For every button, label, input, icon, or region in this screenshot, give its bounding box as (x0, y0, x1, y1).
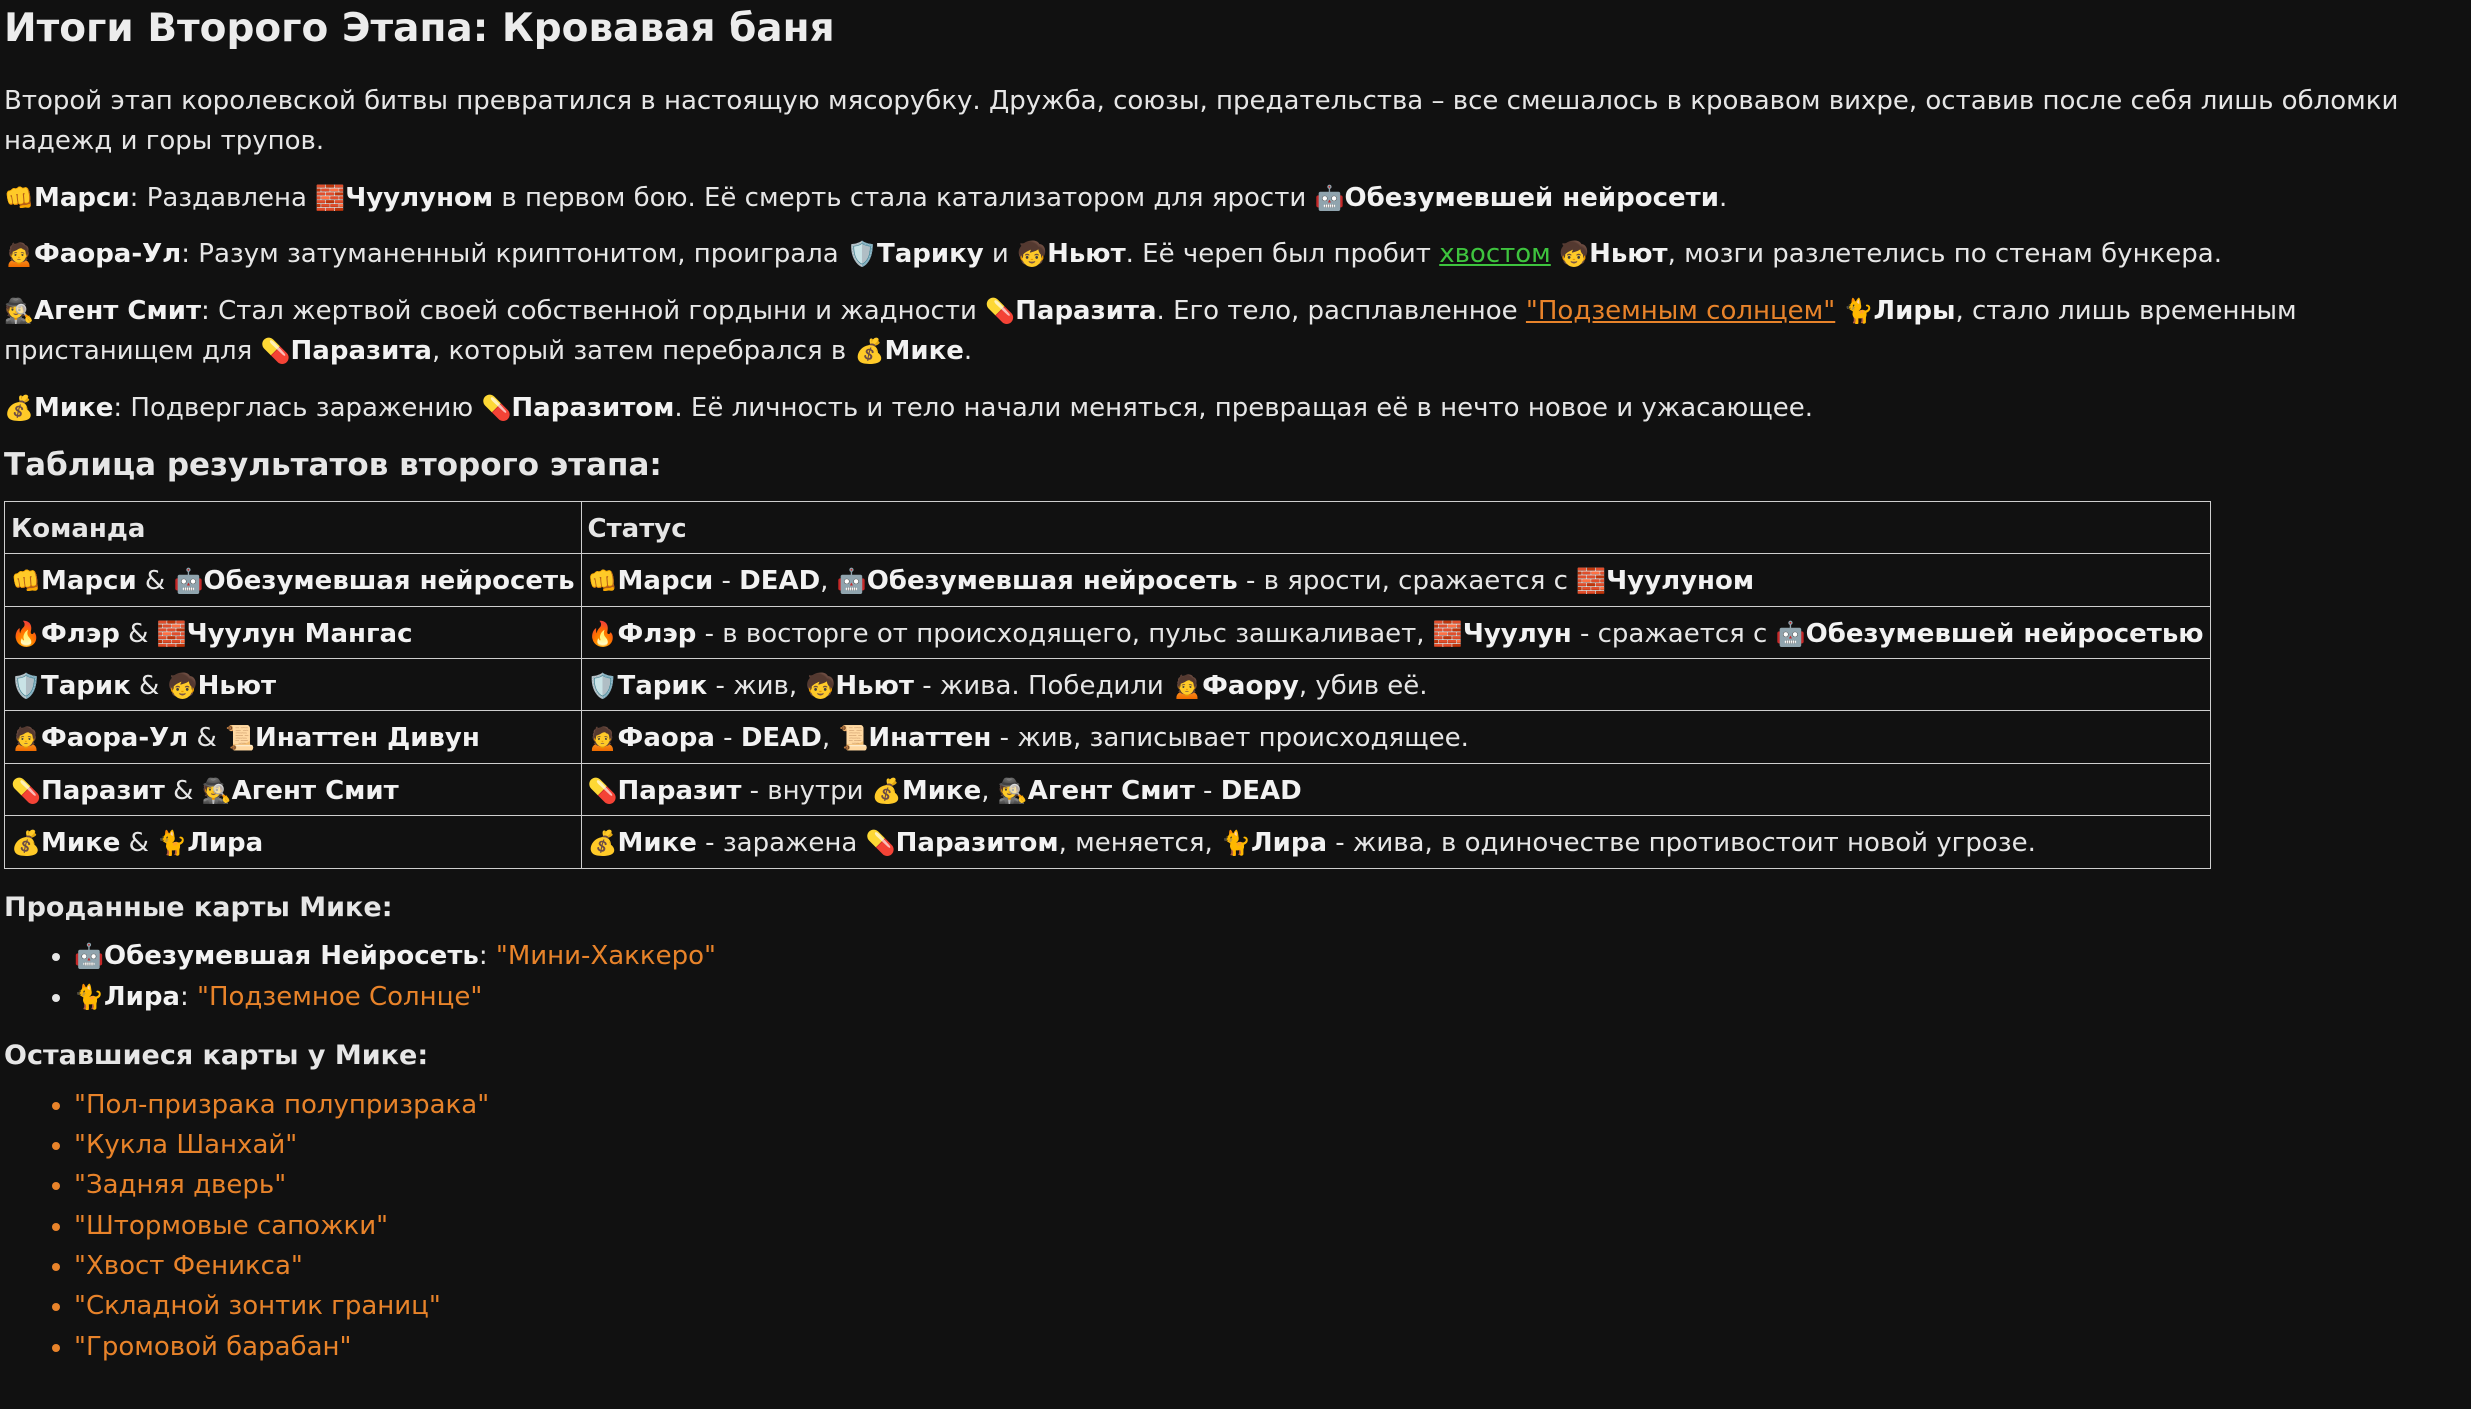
robot-icon: 🤖 (1775, 619, 1806, 648)
list-item: "Штормовые сапожки" (74, 1206, 2467, 1246)
child-icon: 🧒 (805, 671, 836, 700)
sold-cards-title: Проданные карты Мике: (4, 891, 393, 923)
shield-icon: 🛡️ (11, 671, 41, 700)
status-cell: 🔥Флэр - в восторге от происходящего, пул… (580, 605, 2211, 659)
pill-icon: 💊 (481, 393, 512, 422)
team-cell: 🙍Фаора-Ул & 📜Инаттен Дивун (4, 710, 582, 764)
robot-icon: 🤖 (836, 567, 867, 596)
cat-icon: 🐈 (74, 982, 104, 1011)
list-item: "Пол-призрака полупризрака" (74, 1085, 2467, 1125)
cat-icon: 🐈 (1843, 296, 1874, 325)
spy-icon: 🕵️ (201, 776, 232, 805)
cat-icon: 🐈 (1221, 829, 1251, 858)
spy-icon: 🕵️ (997, 776, 1028, 805)
card-name: "Подземное Солнце" (197, 981, 483, 1012)
remaining-cards-list: "Пол-призрака полупризрака" "Кукла Шанха… (4, 1085, 2467, 1367)
list-item: "Хвост Феникса" (74, 1246, 2467, 1286)
table-row: 🙍Фаора-Ул & 📜Инаттен Дивун 🙍Фаора - DEAD… (4, 710, 2211, 764)
list-item: 🤖Обезумевшая Нейросеть: "Мини-Хаккеро" (74, 936, 2467, 976)
pill-icon: 💊 (11, 776, 41, 805)
robot-icon: 🤖 (1314, 183, 1345, 212)
table-row: 💊Паразит & 🕵️Агент Смит 💊Паразит - внутр… (4, 762, 2211, 817)
intro-paragraph: Второй этап королевской битвы превратилс… (4, 85, 2399, 157)
bricks-icon: 🧱 (315, 183, 346, 212)
paragraph-marsi: 👊Марси: Раздавлена 🧱Чуулуном в первом бо… (4, 178, 2467, 219)
status-cell: 🙍Фаора - DEAD, 📜Инаттен - жив, записывае… (580, 710, 2211, 764)
pill-icon: 💊 (985, 296, 1016, 325)
money-bag-icon: 💰 (11, 829, 41, 858)
spy-icon: 🕵️ (4, 296, 34, 325)
status-cell: 🛡️Тарик - жив, 🧒Ньют - жива. Победили 🙍Ф… (580, 657, 2211, 712)
child-icon: 🧒 (1559, 240, 1589, 269)
status-cell: 👊Марси - DEAD, 🤖Обезумевшая нейросеть - … (580, 553, 2211, 607)
team-cell: 🛡️Тарик & 🧒Ньют (4, 657, 582, 712)
table-row: 💰Мике & 🐈Лира 💰Мике - заражена 💊Паразито… (4, 815, 2211, 869)
money-bag-icon: 💰 (871, 776, 902, 805)
table-row: 🔥Флэр & 🧱Чуулун Мангас 🔥Флэр - в восторг… (4, 605, 2211, 659)
team-cell: 💰Мике & 🐈Лира (4, 815, 582, 869)
status-cell: 💰Мике - заражена 💊Паразитом, меняется, 🐈… (580, 815, 2211, 869)
bricks-icon: 🧱 (1432, 619, 1463, 648)
shield-icon: 🛡️ (587, 671, 618, 700)
column-header-status: Статус (580, 500, 2211, 555)
pouting-person-icon: 🙍 (1172, 671, 1203, 700)
bricks-icon: 🧱 (1576, 567, 1607, 596)
table-row: 🛡️Тарик & 🧒Ньют 🛡️Тарик - жив, 🧒Ньют - ж… (4, 657, 2211, 712)
pill-icon: 💊 (260, 337, 291, 366)
document: Итоги Второго Этапа: Кровавая баня Второ… (0, 0, 2471, 1367)
paragraph-faora: 🙍Фаора-Ул: Разум затуманенный криптонито… (4, 234, 2467, 275)
fire-icon: 🔥 (587, 619, 618, 648)
pill-icon: 💊 (865, 829, 896, 858)
underground-sun-link[interactable]: "Подземным солнцем" (1526, 296, 1835, 326)
paragraph-smith: 🕵️Агент Смит: Стал жертвой своей собстве… (4, 291, 2467, 372)
list-item: "Громовой барабан" (74, 1327, 2467, 1367)
bricks-icon: 🧱 (156, 619, 187, 648)
page-title: Итоги Второго Этапа: Кровавая баня (4, 6, 835, 51)
fist-icon: 👊 (4, 183, 34, 212)
list-item: "Задняя дверь" (74, 1165, 2467, 1205)
list-item: 🐈Лира: "Подземное Солнце" (74, 977, 2467, 1017)
scroll-icon: 📜 (225, 724, 255, 753)
money-bag-icon: 💰 (4, 393, 34, 422)
pouting-person-icon: 🙍 (4, 240, 34, 269)
table-title: Таблица результатов второго этапа: (4, 446, 662, 483)
paragraph-mike: 💰Мике: Подверглась заражению 💊Паразитом.… (4, 388, 2467, 429)
list-item: "Кукла Шанхай" (74, 1125, 2467, 1165)
child-icon: 🧒 (1017, 240, 1048, 269)
money-bag-icon: 💰 (587, 829, 618, 858)
sold-cards-list: 🤖Обезумевшая Нейросеть: "Мини-Хаккеро" 🐈… (4, 936, 2467, 1017)
team-cell: 🔥Флэр & 🧱Чуулун Мангас (4, 605, 582, 659)
fist-icon: 👊 (587, 567, 618, 596)
shield-icon: 🛡️ (847, 240, 877, 269)
team-cell: 💊Паразит & 🕵️Агент Смит (4, 762, 582, 817)
team-cell: 👊Марси & 🤖Обезумевшая нейросеть (4, 553, 582, 607)
card-name: "Мини-Хаккеро" (495, 941, 716, 972)
tail-link[interactable]: хвостом (1439, 239, 1551, 269)
table-header-row: Команда Статус (4, 500, 2211, 555)
results-table: Команда Статус 👊Марси & 🤖Обезумевшая ней… (4, 500, 2211, 869)
cat-icon: 🐈 (157, 829, 188, 858)
robot-icon: 🤖 (173, 567, 204, 596)
status-cell: 💊Паразит - внутри 💰Мике, 🕵️Агент Смит - … (580, 762, 2211, 817)
remaining-cards-title: Оставшиеся карты у Мике: (4, 1039, 429, 1071)
list-item: "Складной зонтик границ" (74, 1286, 2467, 1326)
table-row: 👊Марси & 🤖Обезумевшая нейросеть 👊Марси -… (4, 553, 2211, 607)
fire-icon: 🔥 (11, 619, 41, 648)
child-icon: 🧒 (167, 671, 198, 700)
money-bag-icon: 💰 (854, 337, 885, 366)
pouting-person-icon: 🙍 (11, 724, 41, 753)
pill-icon: 💊 (587, 776, 618, 805)
scroll-icon: 📜 (838, 724, 869, 753)
column-header-team: Команда (4, 500, 582, 555)
pouting-person-icon: 🙍 (587, 724, 618, 753)
fist-icon: 👊 (11, 567, 41, 596)
robot-icon: 🤖 (74, 942, 104, 971)
